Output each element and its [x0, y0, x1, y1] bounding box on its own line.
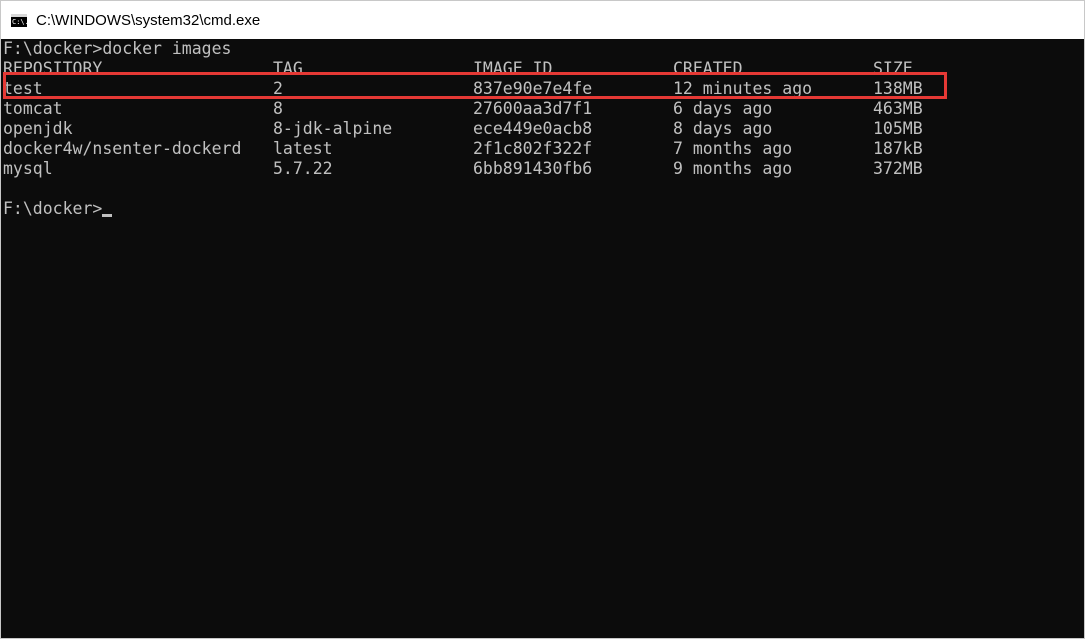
image-id: 27600aa3d7f1	[473, 99, 593, 118]
image-repository: tomcat	[3, 99, 63, 118]
image-created: 9 months ago	[673, 159, 793, 178]
image-created: 6 days ago	[673, 99, 773, 118]
image-row: openjdk 8-jdk-alpine ece449e0acb8 8 days…	[3, 119, 1003, 139]
command-line: F:\docker>docker images	[3, 39, 232, 58]
image-row: docker4w/nsenter-dockerd latest 2f1c802f…	[3, 139, 1003, 159]
prompt: F:\docker>	[3, 199, 103, 218]
image-size: 187kB	[873, 139, 923, 158]
image-id: 2f1c802f322f	[473, 139, 593, 158]
window-title: C:\WINDOWS\system32\cmd.exe	[36, 11, 261, 29]
image-created: 7 months ago	[673, 139, 793, 158]
image-tag: 8-jdk-alpine	[273, 119, 393, 138]
image-id: 6bb891430fb6	[473, 159, 593, 178]
image-size: 372MB	[873, 159, 923, 178]
image-repository: openjdk	[3, 119, 73, 138]
image-size: 463MB	[873, 99, 923, 118]
image-row: mysql 5.7.22 6bb891430fb6 9 months ago 3…	[3, 159, 1003, 179]
highlight-box	[3, 72, 947, 99]
text-cursor	[102, 214, 113, 217]
image-tag: 5.7.22	[273, 159, 333, 178]
image-repository: mysql	[3, 159, 53, 178]
console-output[interactable]: F:\docker>docker images REPOSITORY TAG I…	[1, 39, 1084, 638]
image-created: 8 days ago	[673, 119, 773, 138]
image-tag: latest	[273, 139, 333, 158]
image-tag: 8	[273, 99, 283, 118]
image-id: ece449e0acb8	[473, 119, 593, 138]
cmd-app-icon[interactable]: C:\.	[11, 13, 29, 27]
cmd-window: C:\. C:\WINDOWS\system32\cmd.exe F:\dock…	[0, 0, 1085, 639]
prompt-line: F:\docker>	[3, 199, 113, 219]
title-bar[interactable]: C:\. C:\WINDOWS\system32\cmd.exe	[1, 1, 1084, 39]
image-repository: docker4w/nsenter-dockerd	[3, 139, 242, 158]
image-size: 105MB	[873, 119, 923, 138]
image-row: tomcat 8 27600aa3d7f1 6 days ago 463MB	[3, 99, 1003, 119]
